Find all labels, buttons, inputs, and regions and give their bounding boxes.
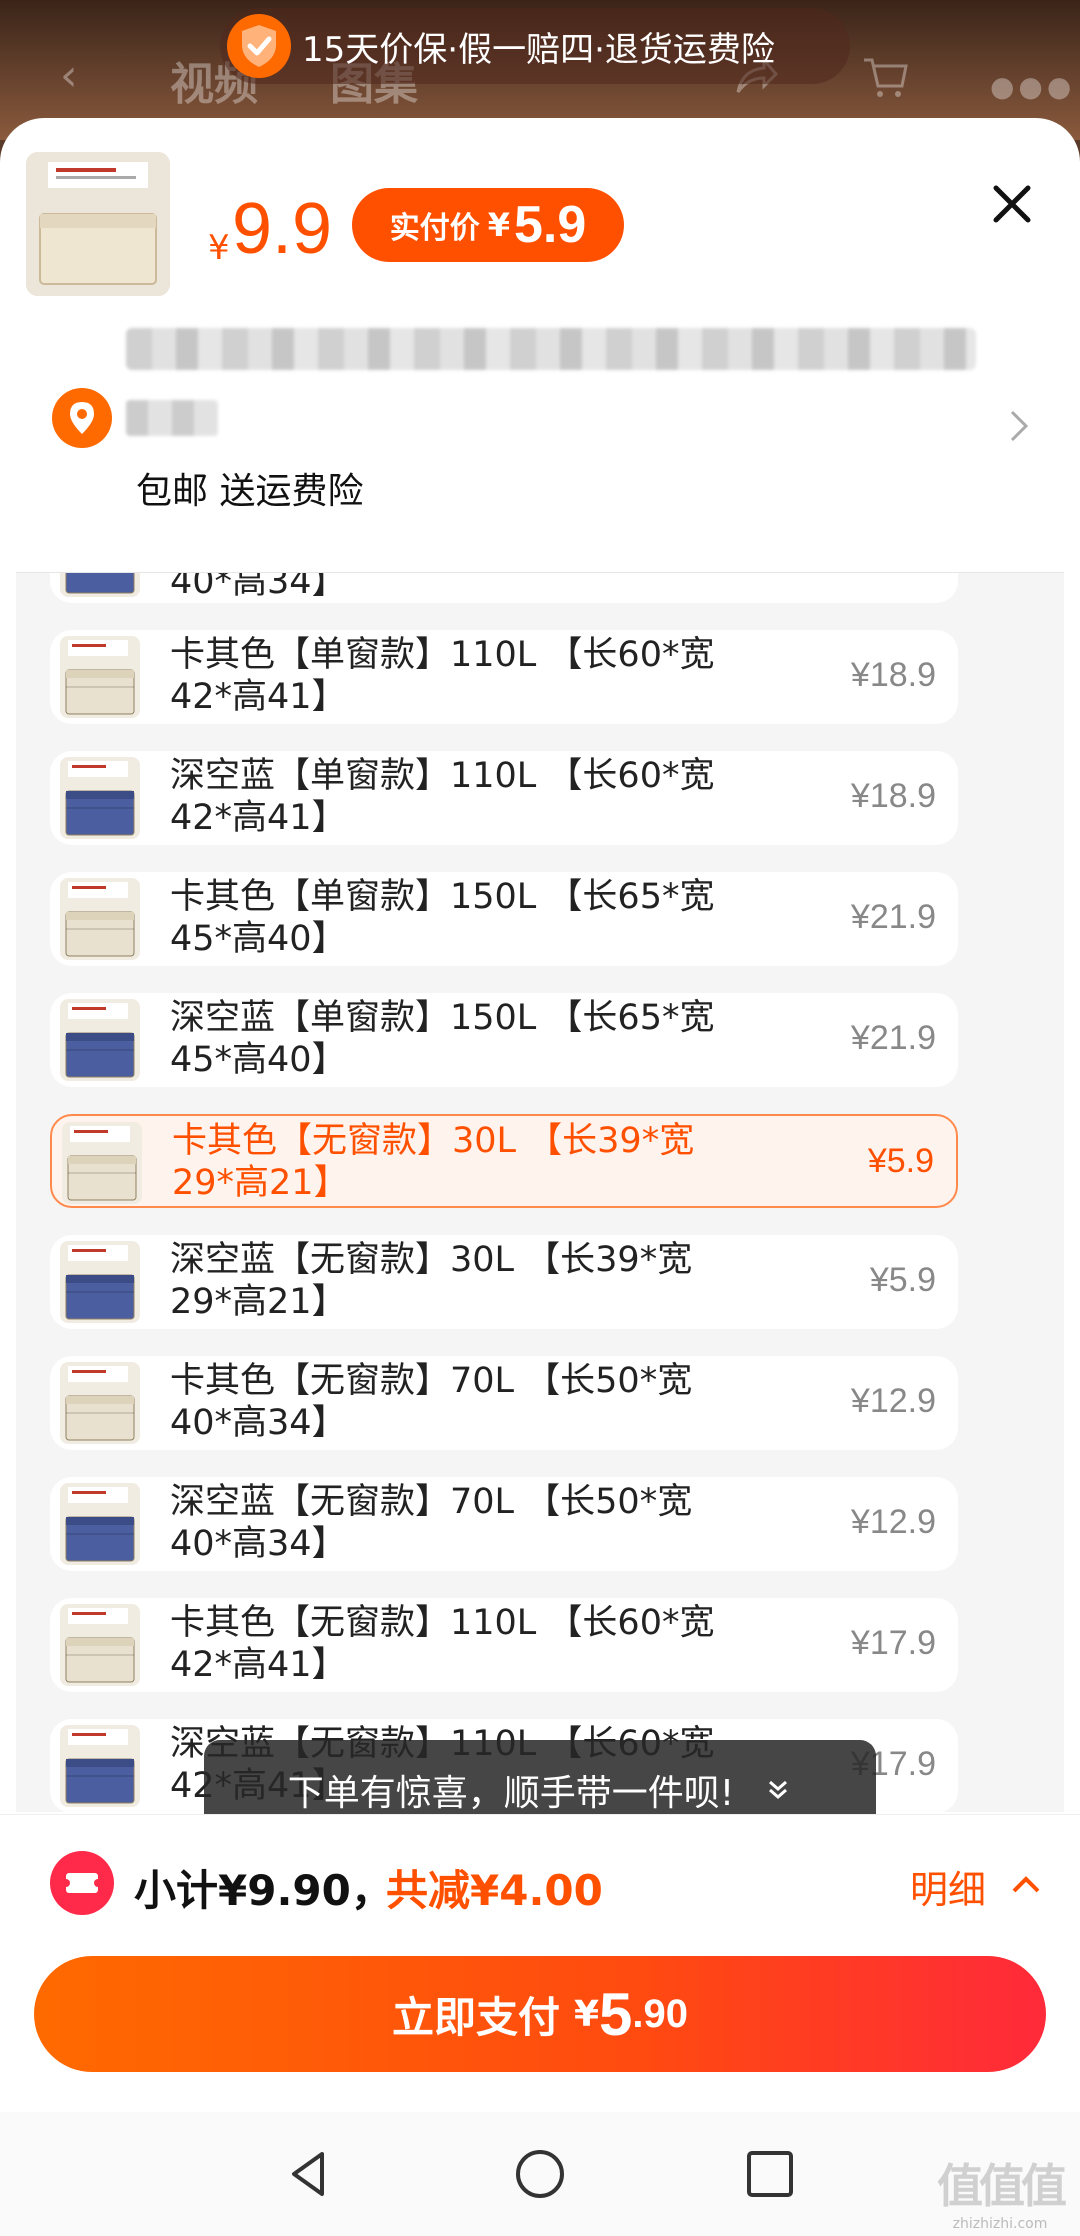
- sku-option[interactable]: 40*高34】: [50, 572, 958, 603]
- sku-thumbnail-icon: [60, 1604, 140, 1686]
- sku-price: ¥17.9: [850, 1624, 936, 1662]
- sku-thumbnail-icon: [60, 757, 140, 839]
- sku-option[interactable]: 卡其色【单窗款】150L 【长65*宽45*高40】 ¥21.9: [50, 872, 958, 966]
- sku-thumbnail: [60, 573, 140, 597]
- sku-thumbnail-icon: [60, 999, 140, 1081]
- sku-thumbnail-icon: [60, 878, 140, 960]
- sku-thumbnail: [60, 1241, 140, 1323]
- sku-name: 深空蓝【无窗款】70L 【长50*宽40*高34】: [170, 1482, 693, 1564]
- sku-thumbnail: [60, 636, 140, 718]
- sku-selection-sheet: ¥ 9.9 实付价 ¥ 5.9 包邮 送运费险 40*高34】 卡其色【单窗款】…: [0, 118, 1080, 2236]
- storage-box-image: [26, 152, 170, 296]
- sku-name: 深空蓝【单窗款】150L 【长65*宽45*高40】: [170, 998, 715, 1080]
- sku-price: ¥18.9: [850, 656, 936, 694]
- paid-price-value: 5.9: [513, 196, 587, 254]
- nav-back-icon[interactable]: [282, 2146, 338, 2202]
- sku-name: 卡其色【单窗款】150L 【长65*宽45*高40】: [170, 877, 715, 959]
- shield-check-icon: [227, 14, 291, 78]
- sku-name: 深空蓝【无窗款】30L 【长39*宽29*高21】: [170, 1240, 693, 1322]
- chevron-up-icon[interactable]: [1010, 1869, 1042, 1899]
- pay-amount-decimal: .90: [632, 1991, 689, 2036]
- sku-thumbnail-icon: [60, 573, 140, 597]
- sku-thumbnail-icon: [60, 1241, 140, 1323]
- sku-thumbnail-icon: [60, 1483, 140, 1565]
- sku-price: ¥12.9: [850, 1503, 936, 1541]
- sku-name: 卡其色【无窗款】30L 【长39*宽29*高21】: [172, 1121, 695, 1203]
- sku-price: ¥18.9: [850, 777, 936, 815]
- more-icon[interactable]: ●●●: [990, 70, 1075, 103]
- sku-option[interactable]: 深空蓝【无窗款】70L 【长50*宽40*高34】 ¥12.9: [50, 1477, 958, 1571]
- sku-option[interactable]: 深空蓝【单窗款】110L 【长60*宽42*高41】 ¥18.9: [50, 751, 958, 845]
- sku-price: ¥5.9: [867, 1142, 934, 1180]
- pay-button-label: 立即支付: [391, 1992, 560, 2042]
- sku-thumbnail: [62, 1122, 142, 1204]
- nav-recent-apps-icon[interactable]: [742, 2146, 798, 2202]
- price-currency: ¥: [208, 228, 230, 268]
- pay-button-currency: ¥: [573, 1993, 600, 2035]
- sku-list: 40*高34】 卡其色【单窗款】110L 【长60*宽42*高41】 ¥18.9 …: [16, 572, 1064, 1812]
- order-summary-bar: 小计¥9.90， 共减¥4.00 明细: [0, 1814, 1080, 1954]
- nav-home-icon[interactable]: [512, 2146, 568, 2202]
- sku-thumbnail: [60, 878, 140, 960]
- sku-thumbnail: [60, 757, 140, 839]
- site-watermark: 值值值 zhizhizhi.com: [930, 2150, 1070, 2232]
- sku-thumbnail-icon: [60, 1362, 140, 1444]
- pay-amount-integer: 5: [599, 1980, 633, 2048]
- cart-icon[interactable]: [860, 52, 910, 102]
- sku-name: 40*高34】: [170, 572, 347, 602]
- sku-thumbnail: [60, 1483, 140, 1565]
- sku-thumbnail: [60, 999, 140, 1081]
- toast-text: 下单有惊喜，顺手带一件呗!: [287, 1773, 735, 1814]
- product-thumbnail[interactable]: [26, 152, 170, 296]
- sku-name: 卡其色【无窗款】70L 【长50*宽40*高34】: [170, 1361, 693, 1443]
- sku-name: 卡其色【单窗款】110L 【长60*宽42*高41】: [170, 635, 715, 717]
- location-pin-icon: [52, 388, 112, 448]
- subtotal-text: 小计¥9.90，: [134, 1866, 393, 1915]
- sku-option[interactable]: 卡其色【单窗款】110L 【长60*宽42*高41】 ¥18.9: [50, 630, 958, 724]
- sku-option[interactable]: 卡其色【无窗款】30L 【长39*宽29*高21】 ¥5.9: [50, 1114, 958, 1208]
- sku-thumbnail-icon: [60, 636, 140, 718]
- system-navigation-bar: [0, 2112, 1080, 2236]
- sku-price: ¥5.9: [869, 1261, 936, 1299]
- paid-price-currency: ¥: [487, 206, 510, 244]
- sku-option[interactable]: 卡其色【无窗款】110L 【长60*宽42*高41】 ¥17.9: [50, 1598, 958, 1692]
- sku-thumbnail-icon: [62, 1122, 142, 1204]
- sku-option[interactable]: 深空蓝【无窗款】30L 【长39*宽29*高21】 ¥5.9: [50, 1235, 958, 1329]
- detail-button[interactable]: 明细: [910, 1859, 986, 1914]
- shipping-info: 包邮 送运费险: [136, 471, 364, 512]
- discount-text: 共减¥4.00: [386, 1866, 603, 1915]
- address-redacted-name: [126, 400, 218, 436]
- sku-price: ¥21.9: [850, 898, 936, 936]
- guarantee-text: 15天价保·假一赔四·退货运费险: [302, 29, 775, 70]
- sku-thumbnail: [60, 1725, 140, 1807]
- back-arrow-icon[interactable]: ‹: [60, 50, 78, 101]
- coupon-icon: [50, 1851, 114, 1915]
- product-price: 9.9: [232, 189, 333, 269]
- watermark-logo: 值值值: [937, 2159, 1067, 2213]
- pay-now-button[interactable]: 立即支付 ¥ 5 .90: [34, 1956, 1046, 2072]
- double-chevron-down-icon: [769, 1780, 788, 1799]
- guarantee-banner: 15天价保·假一赔四·退货运费险: [220, 8, 850, 84]
- sku-thumbnail: [60, 1604, 140, 1686]
- watermark-url: zhizhizhi.com: [952, 2216, 1048, 2232]
- close-icon[interactable]: [984, 176, 1040, 232]
- sku-option[interactable]: 深空蓝【单窗款】150L 【长65*宽45*高40】 ¥21.9: [50, 993, 958, 1087]
- sku-price: ¥12.9: [850, 1382, 936, 1420]
- sku-option[interactable]: 卡其色【无窗款】70L 【长50*宽40*高34】 ¥12.9: [50, 1356, 958, 1450]
- chevron-right-icon[interactable]: [1004, 406, 1034, 446]
- address-redacted-line: [126, 328, 976, 370]
- sku-thumbnail-icon: [60, 1725, 140, 1807]
- sku-price: ¥21.9: [850, 1019, 936, 1057]
- sku-thumbnail: [60, 1362, 140, 1444]
- sku-name: 卡其色【无窗款】110L 【长60*宽42*高41】: [170, 1603, 715, 1685]
- paid-price-label: 实付价: [389, 211, 480, 246]
- paid-price-badge: 实付价 ¥ 5.9: [352, 188, 624, 262]
- sku-name: 深空蓝【单窗款】110L 【长60*宽42*高41】: [170, 756, 715, 838]
